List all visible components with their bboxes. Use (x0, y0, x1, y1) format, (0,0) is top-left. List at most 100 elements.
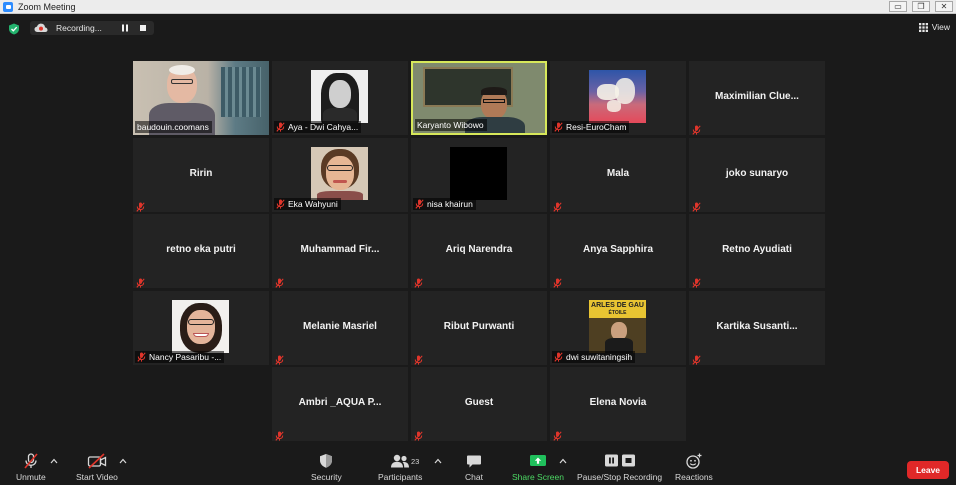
participant-tile[interactable]: Ariq Narendra (411, 214, 547, 288)
participants-options-caret-icon[interactable] (434, 458, 442, 464)
leave-button[interactable]: Leave (907, 461, 949, 479)
participant-name: Melanie Masriel (303, 321, 377, 332)
participant-name: Ambri _AQUA P... (298, 397, 382, 408)
muted-mic-icon (553, 199, 562, 212)
participant-tile[interactable]: Resi-EuroCham (550, 61, 686, 135)
muted-mic-icon (275, 352, 284, 365)
participant-tile[interactable]: Guest (411, 367, 547, 441)
participant-tile[interactable]: ARLES DE GAU ÉTOILE dwi suwitaningsih (550, 291, 686, 365)
pause-stop-recording-icon (604, 454, 635, 467)
participant-name: Guest (464, 397, 494, 408)
participant-name: Karyanto Wibowo (417, 120, 484, 130)
participant-tile[interactable]: Elena Novia (550, 367, 686, 441)
participant-nametag: Nancy Pasaribu -... (135, 351, 225, 363)
recording-label: Recording... (56, 23, 102, 33)
audio-options-caret-icon[interactable] (50, 458, 58, 464)
participant-tile[interactable]: Retno Ayudiati (689, 214, 825, 288)
image-shape (607, 100, 621, 112)
participant-tile[interactable]: Mala (550, 138, 686, 212)
muted-mic-icon (136, 275, 145, 288)
unmute-button[interactable]: Unmute (16, 453, 46, 482)
participant-video-image (172, 300, 229, 353)
chat-bubble-icon (466, 455, 481, 468)
muted-mic-icon (554, 122, 563, 132)
participant-video-image (311, 147, 368, 200)
muted-mic-icon (414, 428, 423, 441)
grid-view-icon (918, 22, 928, 32)
participant-name: retno eka putri (166, 244, 236, 255)
restore-button[interactable]: ❐ (912, 1, 930, 12)
reactions-button[interactable]: Reactions (675, 453, 713, 482)
image-shape (193, 333, 209, 337)
participant-tile[interactable]: retno eka putri (133, 214, 269, 288)
participant-tile[interactable]: Ririn (133, 138, 269, 212)
participant-tile[interactable]: Eka Wahyuni (272, 138, 408, 212)
unmute-label: Unmute (16, 472, 46, 482)
participant-count: 23 (411, 457, 420, 466)
participant-video-image (311, 70, 368, 123)
participant-nametag: dwi suwitaningsih (552, 351, 636, 363)
participant-name: Ariq Narendra (445, 244, 513, 255)
pause-recording-icon[interactable] (121, 24, 129, 32)
window-title: Zoom Meeting (18, 1, 76, 12)
participant-name: Kartika Susanti... (716, 321, 798, 332)
image-shape (221, 67, 261, 117)
participant-name: nisa khairun (427, 199, 473, 209)
participant-tile[interactable]: Ambri _AQUA P... (272, 367, 408, 441)
participant-video-image (589, 70, 646, 123)
participant-tile[interactable]: Nancy Pasaribu -... (133, 291, 269, 365)
security-button[interactable]: Security (311, 453, 342, 482)
muted-mic-icon (136, 199, 145, 212)
participant-tile[interactable]: Ribut Purwanti (411, 291, 547, 365)
participant-nametag: Karyanto Wibowo (415, 119, 487, 131)
participant-name: Maximilian Clue... (715, 91, 799, 102)
security-shield-icon (320, 454, 333, 468)
muted-mic-icon (692, 275, 701, 288)
participant-tile[interactable]: Kartika Susanti... (689, 291, 825, 365)
participant-name: Ririn (189, 168, 213, 179)
encryption-shield-icon[interactable] (8, 23, 20, 35)
video-options-caret-icon[interactable] (119, 458, 127, 464)
share-options-caret-icon[interactable] (559, 458, 567, 464)
participant-tile[interactable]: Aya - Dwi Cahya... (272, 61, 408, 135)
zoom-app-icon (3, 1, 13, 12)
participant-tile[interactable]: Anya Sapphira (550, 214, 686, 288)
view-button[interactable]: View (918, 22, 950, 32)
image-shape (187, 310, 215, 344)
share-screen-button[interactable]: Share Screen (512, 453, 564, 482)
stop-recording-icon[interactable] (140, 25, 146, 31)
start-video-button[interactable]: Start Video (76, 453, 118, 482)
image-shape (329, 80, 351, 108)
participant-tile[interactable]: joko sunaryo (689, 138, 825, 212)
image-shape (481, 87, 507, 95)
muted-mic-icon (553, 428, 562, 441)
muted-mic-icon (415, 199, 424, 209)
participant-tile[interactable]: nisa khairun (411, 138, 547, 212)
pause-stop-recording-label: Pause/Stop Recording (577, 472, 663, 482)
participant-tile[interactable]: Karyanto Wibowo (411, 61, 547, 135)
view-label: View (931, 22, 950, 32)
muted-microphone-icon (24, 453, 38, 469)
start-video-label: Start Video (76, 472, 118, 482)
participant-tile[interactable]: Maximilian Clue... (689, 61, 825, 135)
chat-button[interactable]: Chat (465, 453, 483, 482)
participant-name: Elena Novia (589, 397, 647, 408)
participant-nametag: Resi-EuroCham (552, 121, 630, 133)
participant-tile[interactable]: Melanie Masriel (272, 291, 408, 365)
participant-video-image (450, 147, 507, 200)
muted-mic-icon (275, 428, 284, 441)
pause-stop-recording-button[interactable]: Pause/Stop Recording (577, 453, 662, 482)
image-shape (483, 99, 505, 103)
participant-name: joko sunaryo (725, 168, 789, 179)
security-label: Security (311, 472, 342, 482)
participant-name: Aya - Dwi Cahya... (288, 122, 359, 132)
participant-tile[interactable]: Muhammad Fir... (272, 214, 408, 288)
participant-name: Muhammad Fir... (300, 244, 380, 255)
close-button[interactable]: ✕ (935, 1, 953, 12)
image-shape (171, 79, 193, 84)
participants-label: Participants (378, 472, 423, 482)
minimize-button[interactable]: ▭ (889, 1, 907, 12)
participant-tile[interactable]: baudouin.coomans (133, 61, 269, 135)
participant-nametag: baudouin.coomans (135, 121, 212, 133)
image-shape (169, 65, 195, 75)
